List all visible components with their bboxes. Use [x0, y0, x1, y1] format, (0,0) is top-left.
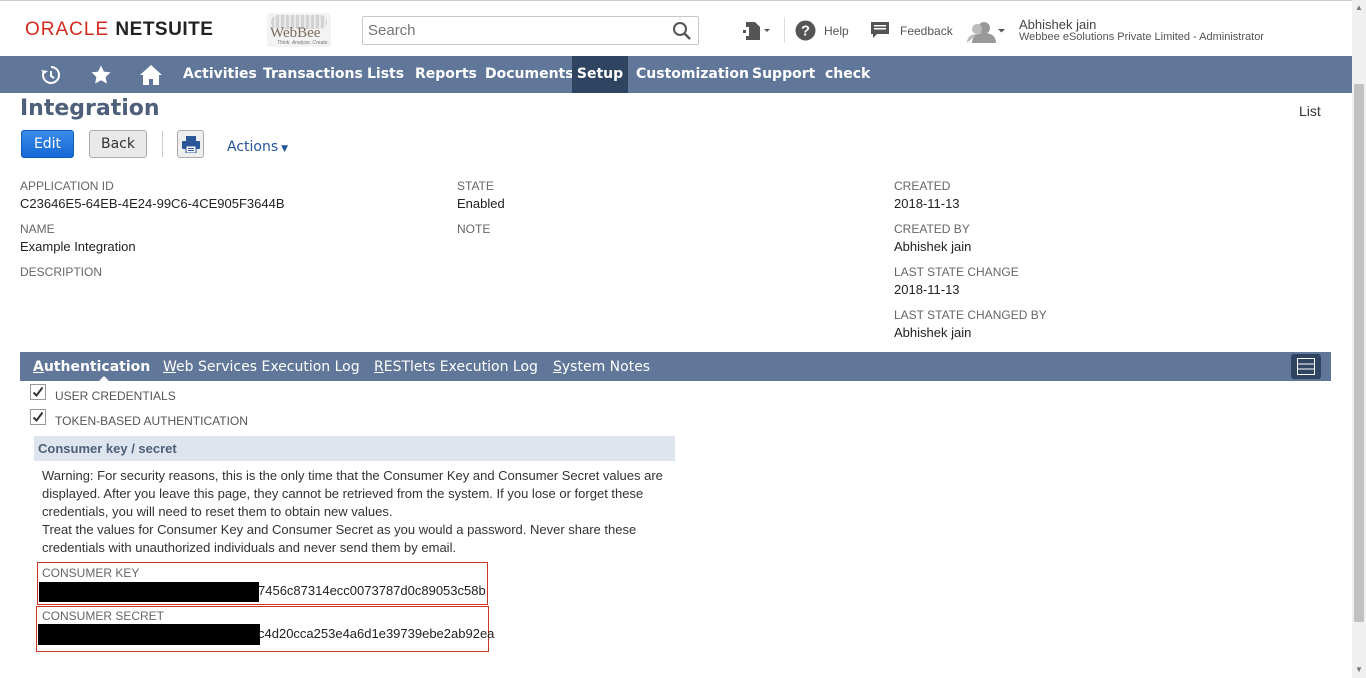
toolbar-divider [162, 131, 163, 157]
nav-check[interactable]: check [825, 56, 870, 93]
tab-authentication[interactable]: Authentication [33, 359, 150, 375]
name-label: NAME [20, 222, 55, 236]
search-icon[interactable] [672, 21, 692, 41]
netsuite-logo[interactable]: ORACLE NETSUITE [25, 19, 213, 41]
redaction-bar [38, 624, 260, 645]
last-state-changed-by-value: Abhishek jain [894, 325, 972, 340]
brand-netsuite: NETSUITE [115, 19, 214, 40]
application-id-value: C23646E5-64EB-4E24-99C6-4CE905F3644B [20, 196, 285, 211]
tab-label: eb Services Execution Log [176, 359, 360, 375]
created-by-value: Abhishek jain [894, 239, 972, 254]
nav-customization[interactable]: Customization [636, 56, 749, 93]
divider [784, 17, 785, 43]
shortcuts-star-icon[interactable] [90, 64, 112, 86]
redaction-bar [39, 582, 259, 602]
consumer-key-box: CONSUMER KEY 7456c87314ecc0073787d0c8905… [37, 562, 488, 605]
tab-accesskey: R [374, 359, 384, 375]
checkmark-icon [32, 386, 44, 398]
state-value: Enabled [457, 196, 505, 211]
help-icon[interactable]: ? [795, 20, 816, 41]
security-warning: Warning: For security reasons, this is t… [42, 467, 672, 557]
warning-paragraph-1: Warning: For security reasons, this is t… [42, 468, 663, 519]
page-title: Integration [20, 96, 160, 121]
home-icon[interactable] [139, 64, 163, 86]
scroll-down-arrow-icon[interactable]: ▼ [1355, 665, 1363, 674]
consumer-secret-box: CONSUMER SECRET c4d20cca253e4a6d1e39739e… [36, 606, 494, 652]
last-state-changed-by-label: LAST STATE CHANGED BY [894, 308, 1047, 322]
print-button[interactable] [177, 130, 204, 158]
tab-system-notes[interactable]: System Notes [553, 359, 650, 375]
recent-records-icon[interactable] [40, 64, 62, 86]
nav-support[interactable]: Support [752, 56, 815, 93]
scrollbar-thumb[interactable] [1354, 84, 1364, 622]
nav-reports[interactable]: Reports [415, 56, 477, 93]
note-label: NOTE [457, 222, 491, 236]
brand-oracle: ORACLE [25, 19, 110, 40]
nav-lists[interactable]: Lists [367, 56, 404, 93]
scroll-up-arrow-icon[interactable]: ▲ [1355, 3, 1363, 12]
layout-toggle-icon [1297, 358, 1315, 375]
consumer-key-value: 7456c87314ecc0073787d0c89053c58b [258, 583, 486, 598]
list-link[interactable]: List [1299, 103, 1321, 119]
state-label: STATE [457, 179, 494, 193]
nav-documents[interactable]: Documents [485, 56, 574, 93]
created-by-label: CREATED BY [894, 222, 970, 236]
consumer-secret-label: CONSUMER SECRET [42, 609, 165, 623]
printer-icon [182, 136, 200, 153]
user-avatar-icon[interactable] [966, 19, 1006, 45]
nav-setup[interactable]: Setup [572, 56, 628, 93]
token-based-auth-checkbox[interactable] [30, 409, 46, 425]
top-header: ORACLE NETSUITE WebBee Think. Analyze. C… [0, 0, 1352, 56]
last-state-change-label: LAST STATE CHANGE [894, 265, 1019, 279]
active-tab-indicator [99, 376, 109, 381]
tab-accesskey: W [163, 359, 177, 375]
created-value: 2018-11-13 [894, 196, 960, 211]
user-credentials-checkbox[interactable] [30, 384, 46, 400]
tab-web-services-execution-log[interactable]: Web Services Execution Log [163, 359, 360, 375]
search-input[interactable] [363, 17, 653, 44]
back-button[interactable]: Back [89, 130, 147, 158]
tab-accesskey: A [33, 359, 44, 375]
partner-logo: WebBee Think. Analyze. Create. [267, 13, 331, 47]
section-title: Consumer key / secret [38, 441, 177, 456]
tab-restlets-execution-log[interactable]: RESTlets Execution Log [374, 359, 538, 375]
tab-accesskey: S [553, 359, 562, 375]
main-nav: Activities Transactions Lists Reports Do… [0, 56, 1352, 93]
application-id-label: APPLICATION ID [20, 179, 114, 193]
user-name[interactable]: Abhishek jain [1019, 17, 1096, 32]
checkmark-icon [32, 411, 44, 423]
actions-menu[interactable]: Actions ▼ [227, 139, 288, 155]
subtab-bar: Authentication Web Services Execution Lo… [20, 352, 1331, 381]
actions-label: Actions [227, 139, 279, 155]
toggle-view-button[interactable] [1291, 354, 1321, 379]
created-label: CREATED [894, 179, 951, 193]
dropdown-caret-icon: ▼ [281, 144, 289, 154]
tab-label: ESTlets Execution Log [383, 359, 538, 375]
partner-tagline: Think. Analyze. Create. [277, 40, 329, 46]
tab-label: uthentication [43, 359, 151, 375]
user-role[interactable]: Webbee eSolutions Private Limited - Admi… [1019, 31, 1264, 43]
consumer-key-section-header: Consumer key / secret [34, 436, 675, 461]
page-scrollbar[interactable]: ▲ ▼ [1352, 0, 1366, 678]
create-new-icon[interactable] [742, 20, 772, 42]
nav-transactions[interactable]: Transactions [263, 56, 363, 93]
last-state-change-value: 2018-11-13 [894, 282, 960, 297]
global-search [362, 16, 699, 45]
feedback-link[interactable]: Feedback [900, 24, 953, 38]
svg-text:?: ? [801, 24, 810, 40]
edit-button[interactable]: Edit [21, 130, 74, 158]
nav-activities[interactable]: Activities [183, 56, 257, 93]
tab-label: ystem Notes [561, 359, 651, 375]
help-link[interactable]: Help [824, 24, 849, 38]
user-credentials-label: USER CREDENTIALS [55, 389, 176, 403]
feedback-icon[interactable] [870, 20, 890, 40]
token-based-auth-label: TOKEN-BASED AUTHENTICATION [55, 414, 248, 428]
description-label: DESCRIPTION [20, 265, 103, 279]
warning-paragraph-2: Treat the values for Consumer Key and Co… [42, 522, 637, 555]
consumer-key-label: CONSUMER KEY [42, 566, 140, 580]
consumer-secret-value: c4d20cca253e4a6d1e39739ebe2ab92ea [258, 626, 495, 641]
name-value: Example Integration [20, 239, 136, 254]
